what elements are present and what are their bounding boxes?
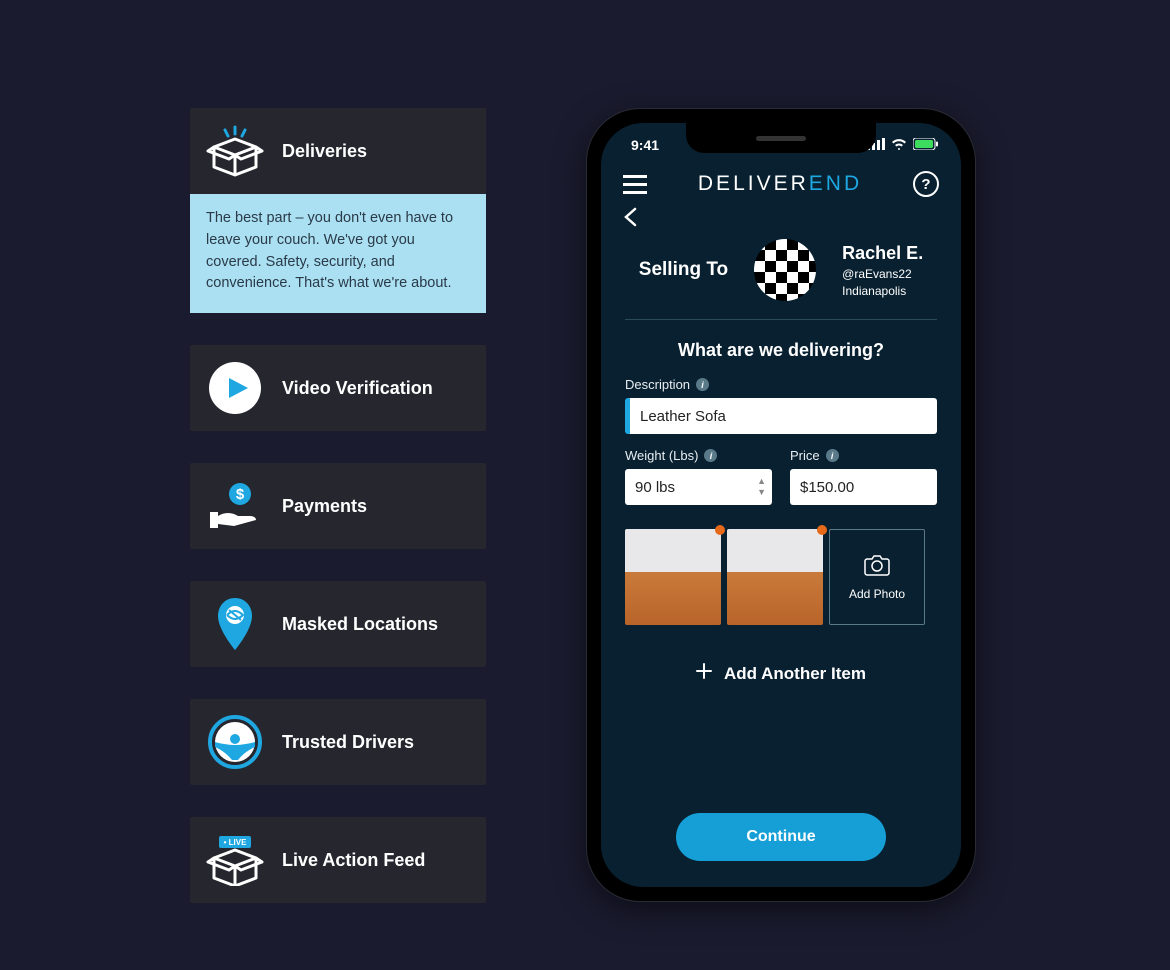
svg-text:$: $ — [236, 486, 245, 503]
selling-to-label: Selling To — [639, 259, 728, 281]
app-header: DELIVEREND ? — [601, 153, 961, 205]
feature-label: Deliveries — [282, 141, 367, 162]
buyer-info: Rachel E. @raEvans22 Indianapolis — [842, 241, 923, 300]
buyer-name: Rachel E. — [842, 241, 923, 266]
weight-input[interactable]: 90 lbs ▲ ▼ — [625, 469, 772, 505]
buyer-handle: @raEvans22 — [842, 266, 923, 283]
info-icon[interactable]: i — [696, 378, 709, 391]
feature-card-payments[interactable]: $ Payments — [190, 463, 486, 549]
hand-dollar-icon: $ — [206, 477, 264, 535]
info-icon[interactable]: i — [704, 449, 717, 462]
avatar[interactable] — [754, 239, 816, 301]
add-photo-button[interactable]: Add Photo — [829, 529, 925, 625]
menu-icon[interactable] — [623, 175, 647, 194]
feature-label: Live Action Feed — [282, 850, 425, 871]
price-input[interactable]: $150.00 — [790, 469, 937, 505]
description-input[interactable]: Leather Sofa — [625, 398, 937, 434]
play-circle-icon — [206, 359, 264, 417]
box-live-icon: • LIVE — [206, 831, 264, 889]
box-open-icon — [206, 122, 264, 180]
pin-hidden-icon — [206, 595, 264, 653]
photo-thumbnail[interactable] — [625, 529, 721, 625]
wifi-icon — [891, 137, 907, 153]
feature-card-masked-locations[interactable]: Masked Locations — [190, 581, 486, 667]
help-icon[interactable]: ? — [913, 171, 939, 197]
delivery-form: Description i Leather Sofa Weight (Lbs) … — [601, 377, 961, 505]
svg-text:• LIVE: • LIVE — [224, 838, 247, 847]
app-brand: DELIVEREND — [698, 172, 862, 196]
weight-label: Weight (Lbs) i — [625, 448, 772, 469]
photo-thumbnail[interactable] — [727, 529, 823, 625]
battery-icon — [913, 137, 939, 153]
back-button[interactable] — [601, 205, 961, 235]
feature-card-live-action-feed[interactable]: • LIVE Live Action Feed — [190, 817, 486, 903]
status-time: 9:41 — [631, 137, 659, 153]
section-title: What are we delivering? — [601, 320, 961, 377]
chevron-up-icon[interactable]: ▲ — [757, 477, 766, 486]
feature-label: Trusted Drivers — [282, 732, 414, 753]
selling-to-section: Selling To Rachel E. @raEvans22 Indianap… — [601, 235, 961, 319]
feature-card-video-verification[interactable]: Video Verification — [190, 345, 486, 431]
price-label: Price i — [790, 448, 937, 469]
feature-list: Deliveries The best part – you don't eve… — [190, 108, 486, 903]
continue-button[interactable]: Continue — [676, 813, 886, 861]
plus-icon — [696, 663, 712, 684]
buyer-city: Indianapolis — [842, 283, 923, 300]
phone-mockup: 9:41 DELIVEREND ? — [586, 108, 976, 902]
chevron-down-icon[interactable]: ▼ — [757, 488, 766, 497]
feature-card-trusted-drivers[interactable]: Trusted Drivers — [190, 699, 486, 785]
feature-label: Payments — [282, 496, 367, 517]
photo-row: Add Photo — [601, 505, 961, 625]
description-label: Description i — [625, 377, 937, 398]
camera-icon — [864, 554, 890, 579]
add-another-item-button[interactable]: Add Another Item — [601, 625, 961, 684]
feature-card-deliveries[interactable]: Deliveries The best part – you don't eve… — [190, 108, 486, 313]
info-icon[interactable]: i — [826, 449, 839, 462]
steering-wheel-icon — [206, 713, 264, 771]
feature-description: The best part – you don't even have to l… — [190, 194, 486, 313]
feature-label: Masked Locations — [282, 614, 438, 635]
phone-notch — [686, 123, 876, 153]
feature-label: Video Verification — [282, 378, 433, 399]
